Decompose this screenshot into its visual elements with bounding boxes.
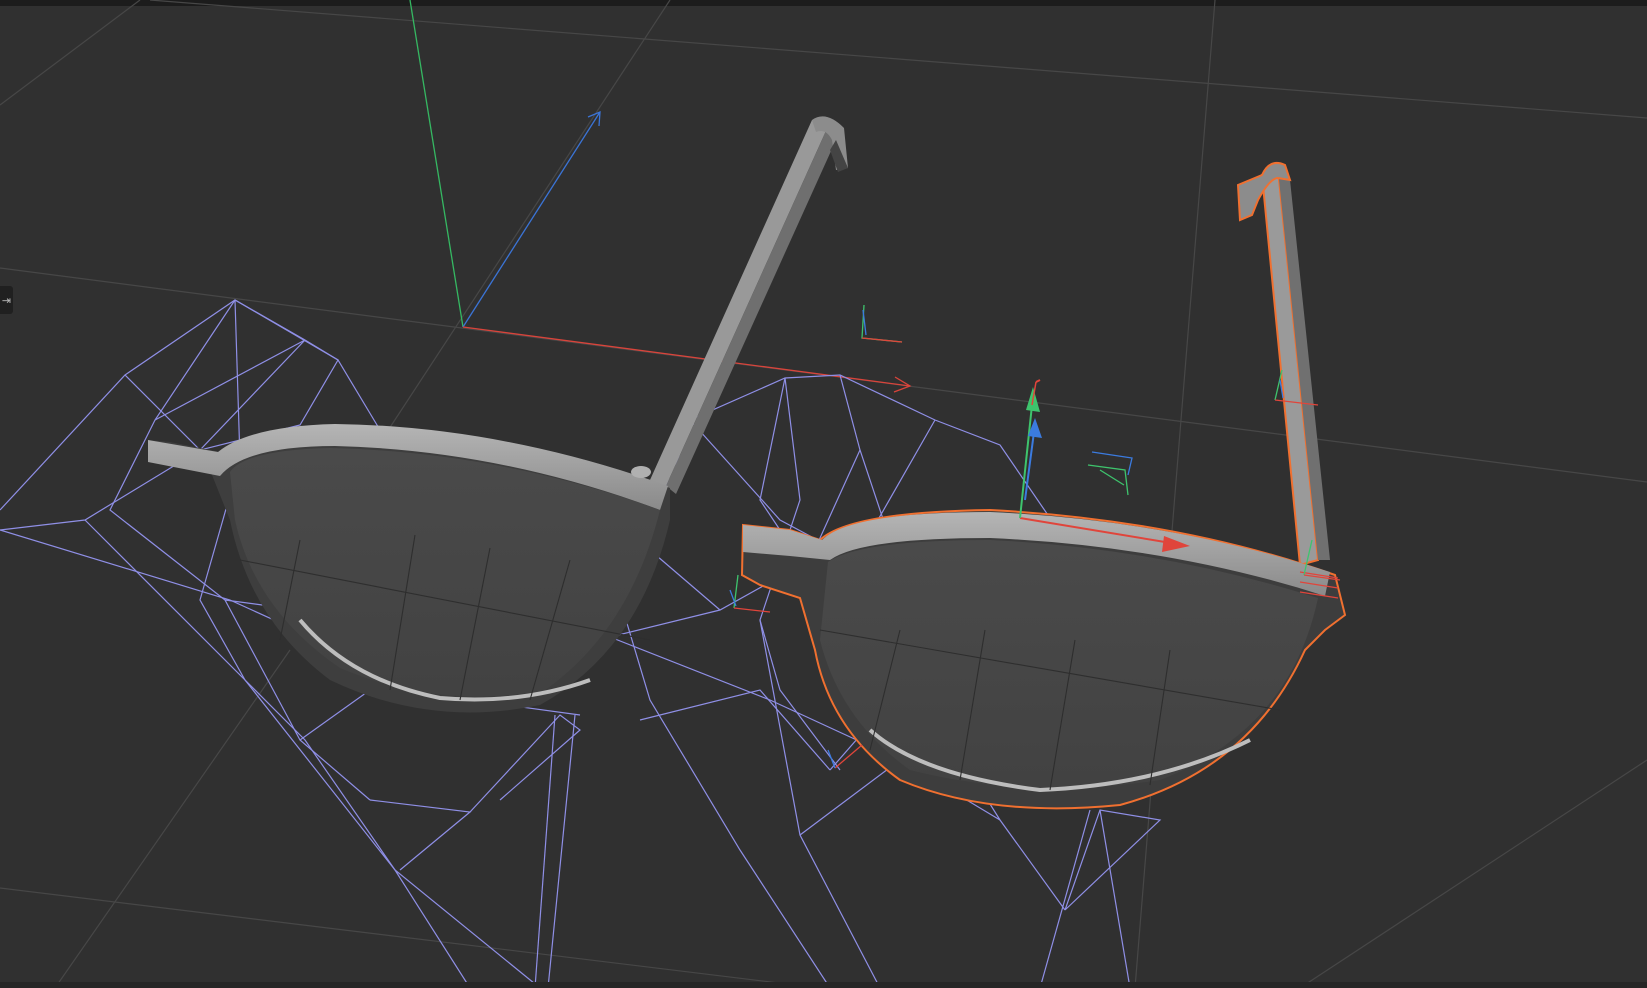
right-temple-arm[interactable] — [1236, 162, 1330, 567]
3d-viewport[interactable]: ⇥ — [0, 0, 1647, 988]
scene-canvas[interactable] — [0, 0, 1647, 988]
left-temple-arm[interactable] — [650, 116, 848, 494]
panel-toggle-button[interactable]: ⇥ — [0, 286, 13, 314]
viewport-bottom-edge — [0, 982, 1647, 988]
left-lens-frame[interactable] — [148, 424, 670, 713]
world-axes — [409, 0, 912, 393]
right-lens-frame[interactable] — [740, 508, 1347, 810]
arrow-right-to-line-icon: ⇥ — [1, 293, 12, 307]
